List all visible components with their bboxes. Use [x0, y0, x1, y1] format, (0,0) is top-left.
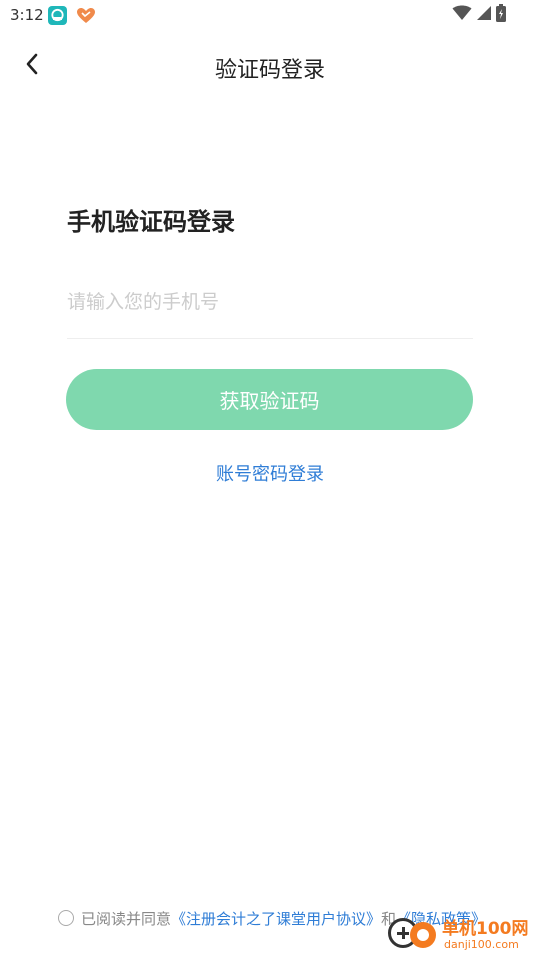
- battery-icon: [496, 4, 506, 26]
- watermark-url: danji100.com: [444, 938, 519, 951]
- login-heading: 手机验证码登录: [67, 208, 235, 236]
- nav-bar: 验证码登录: [0, 40, 540, 92]
- signal-icon: [476, 5, 492, 25]
- watermark-logo: 单机100网 danji100.com: [386, 908, 536, 958]
- password-login-link[interactable]: 账号密码登录: [0, 460, 540, 486]
- status-bar: 3:12: [0, 0, 540, 32]
- watermark-title: 单机100网: [442, 919, 529, 939]
- page-title: 验证码登录: [214, 58, 325, 83]
- user-agreement-link[interactable]: 《注册会计之了课堂用户协议》: [171, 908, 381, 929]
- app-notification-icon: [48, 6, 67, 25]
- agreement-checkbox[interactable]: [58, 910, 74, 926]
- phone-input-container: [67, 278, 473, 339]
- get-verification-code-button[interactable]: 获取验证码: [66, 369, 473, 430]
- phone-number-input[interactable]: [67, 280, 473, 324]
- wifi-icon: [452, 5, 472, 25]
- status-time: 3:12: [10, 6, 44, 24]
- heart-app-icon: [76, 7, 96, 25]
- watermark-ring-icon: [410, 922, 436, 948]
- status-right-icons: [452, 4, 506, 26]
- agreement-prefix: 已阅读并同意: [81, 909, 172, 928]
